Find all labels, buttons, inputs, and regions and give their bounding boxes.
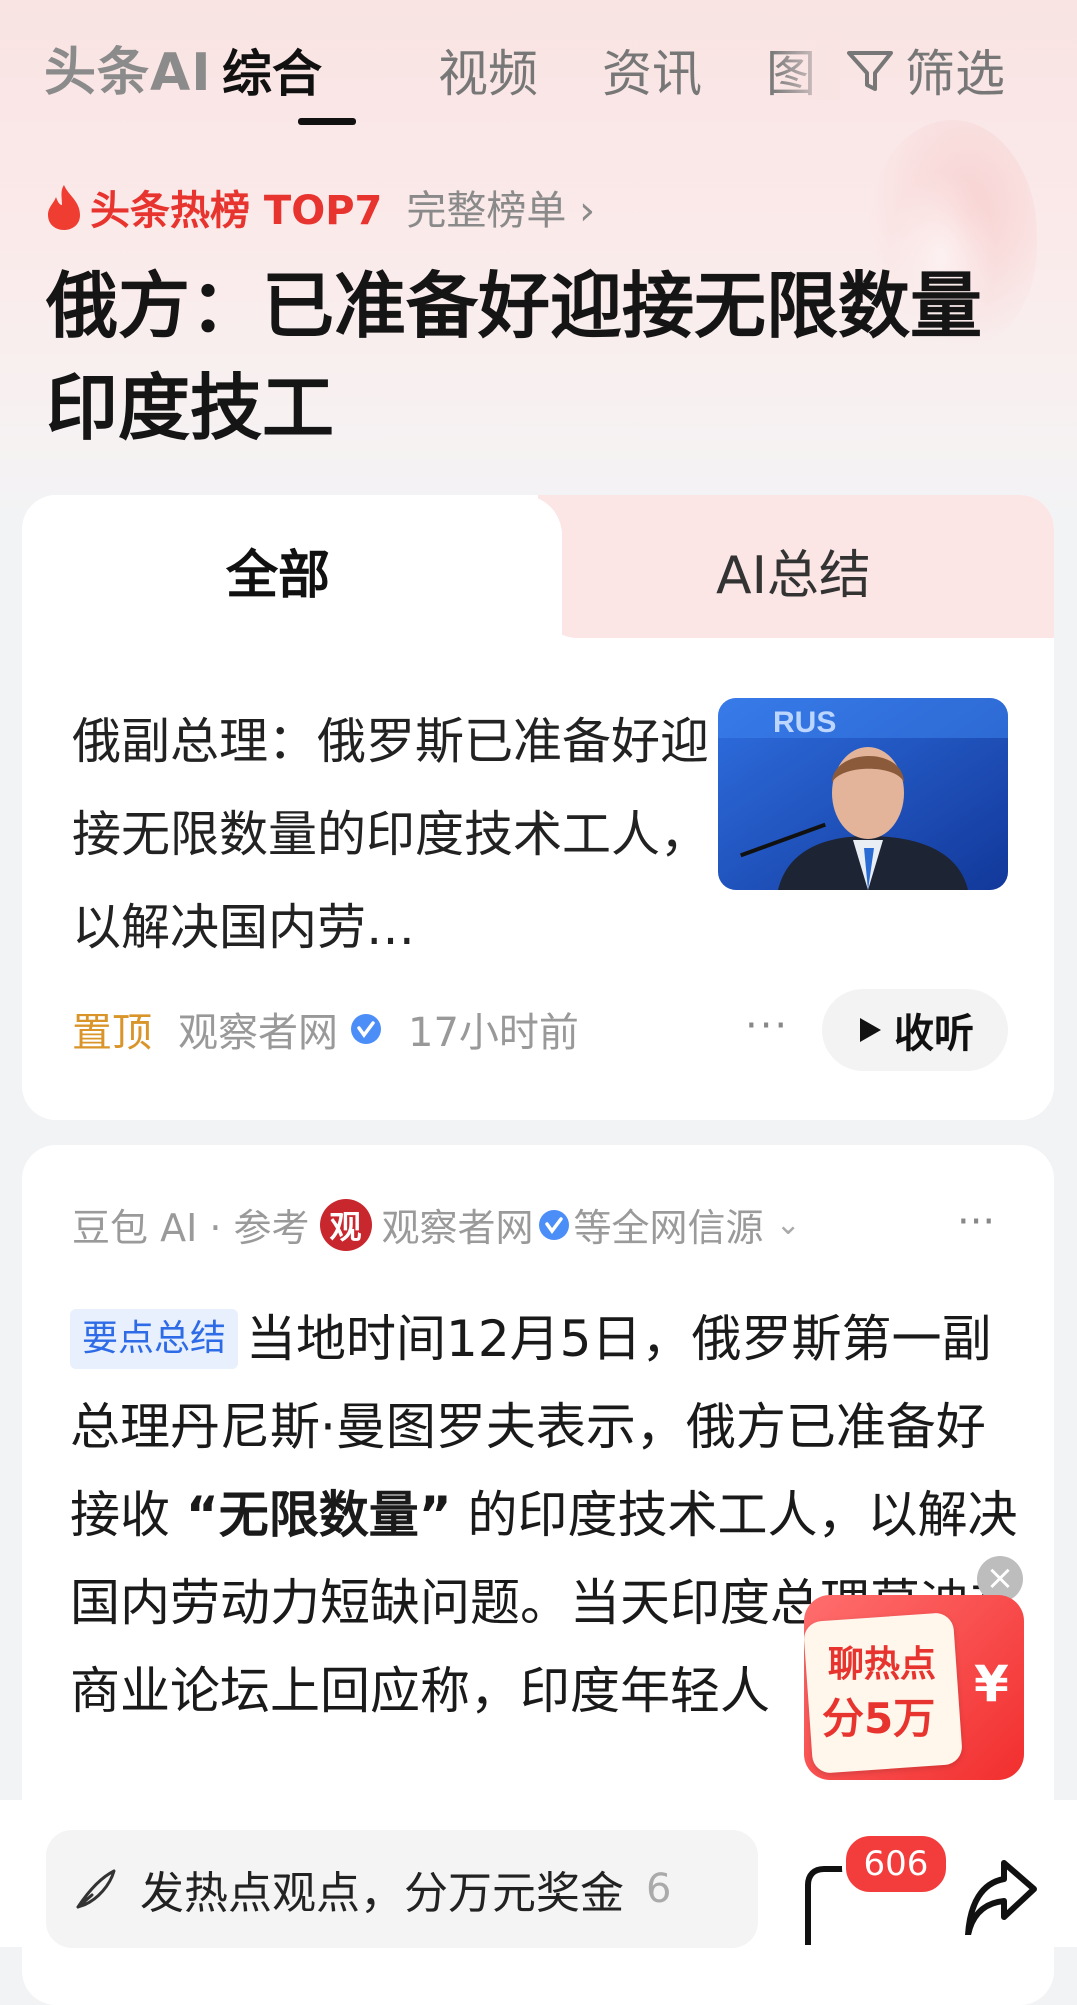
key-points-tag: 要点总结: [70, 1309, 239, 1369]
article-meta: 置顶 观察者网 17小时前: [72, 1000, 579, 1058]
pinned-label: 置顶: [72, 1010, 152, 1056]
svg-text:RUS: RUS: [773, 706, 836, 739]
brand-logo[interactable]: 头条AI: [44, 30, 212, 105]
share-icon[interactable]: [958, 1855, 1038, 1935]
comment-placeholder: 发热点观点，分万元奖金: [140, 1868, 624, 1919]
segment-ai-summary[interactable]: AI总结: [716, 533, 871, 608]
listen-button[interactable]: 收听: [822, 989, 1008, 1071]
article-thumbnail[interactable]: RUS: [718, 698, 1008, 890]
filter-label: 筛选: [905, 45, 1005, 103]
promo-floating-banner[interactable]: 聊热点 分5万 ¥: [804, 1595, 1024, 1780]
header: 头条AI 综合 视频 资讯 图 筛选: [0, 0, 1077, 130]
summary-bold: “无限数量”: [185, 1486, 452, 1544]
tab-fade: [770, 30, 840, 100]
chevron-down-icon[interactable]: ⌄: [776, 1207, 801, 1242]
ai-source-name: 观察者网: [381, 1206, 534, 1250]
promo-currency: ¥: [974, 1655, 1009, 1713]
article-time: 17小时前: [408, 1010, 579, 1056]
fire-icon: [48, 185, 80, 230]
ai-source-row[interactable]: 豆包 AI · 参考 观 观察者网 等全网信源 ⌄: [72, 1197, 801, 1252]
source-logo: 观: [319, 1198, 372, 1251]
hot-rank-row[interactable]: 头条热榜 TOP7 完整榜单 ›: [44, 178, 595, 236]
tab-comprehensive[interactable]: 综合: [222, 34, 322, 106]
segment-all[interactable]: 全部: [226, 533, 330, 608]
comment-badge: 606: [842, 1832, 950, 1896]
tab-news[interactable]: 资讯: [602, 34, 702, 106]
play-icon: [860, 1018, 881, 1042]
ai-source-prefix: 豆包 AI · 参考: [72, 1206, 310, 1250]
comment-input[interactable]: 发热点观点，分万元奖金 6: [46, 1830, 758, 1948]
article-title[interactable]: 俄副总理：俄罗斯已准备好迎接无限数量的印度技术工人，以解决国内劳…: [72, 695, 712, 974]
pen-icon: [76, 1869, 116, 1909]
hot-rank-title: 头条热榜 TOP7: [90, 188, 383, 234]
ai-summary-more-button[interactable]: ···: [957, 1199, 995, 1245]
verified-icon: [538, 1209, 569, 1240]
full-list-link[interactable]: 完整榜单 ›: [406, 178, 595, 236]
page-title: 俄方：已准备好迎接无限数量印度技工: [46, 264, 983, 450]
listen-label: 收听: [894, 1011, 974, 1057]
verified-icon: [351, 1014, 381, 1044]
comment-count: 6: [646, 1866, 672, 1912]
bottom-bar: 发热点观点，分万元奖金 6 606: [0, 1800, 1077, 1948]
promo-line1: 聊热点: [828, 1644, 937, 1685]
article-source[interactable]: 观察者网: [178, 1000, 338, 1058]
filter-icon: [847, 51, 893, 91]
filter-button[interactable]: 筛选: [845, 34, 1005, 106]
news-card: 全部 AI总结 俄副总理：俄罗斯已准备好迎接无限数量的印度技术工人，以解决国内劳…: [22, 495, 1054, 1120]
article-more-button[interactable]: ···: [745, 1003, 789, 1049]
tab-video[interactable]: 视频: [438, 34, 538, 106]
ai-source-suffix: 等全网信源: [573, 1206, 764, 1250]
active-tab-indicator: [298, 118, 356, 125]
promo-line2: 分5万: [822, 1694, 936, 1743]
